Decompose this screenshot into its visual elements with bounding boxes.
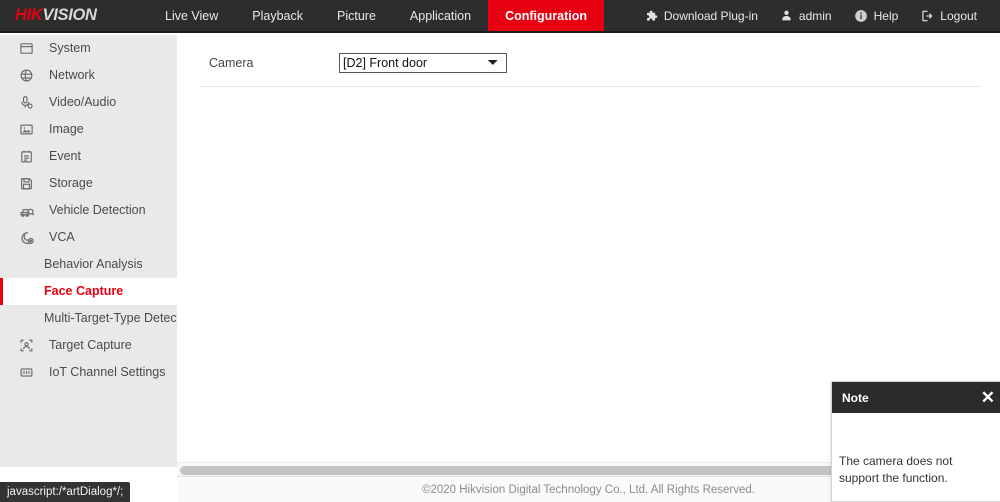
help-button[interactable]: Help xyxy=(843,0,910,31)
top-header: HIK VISION Live View Playback Picture App… xyxy=(0,0,1000,33)
note-dialog-header: Note ✕ xyxy=(832,382,1000,413)
sidebar-item-video-audio[interactable]: Video/Audio xyxy=(0,89,177,116)
calendar-icon xyxy=(19,149,40,164)
puzzle-icon xyxy=(644,9,658,23)
sidebar-label-system: System xyxy=(49,41,91,56)
nav-item-live-view[interactable]: Live View xyxy=(148,0,235,31)
nav-item-picture[interactable]: Picture xyxy=(320,0,393,31)
camera-selection-row: Camera [D2] Front door xyxy=(177,46,1000,80)
download-plugin-label: Download Plug-in xyxy=(663,8,758,23)
application-window: HIK VISION Live View Playback Picture App… xyxy=(0,0,1000,502)
window-icon xyxy=(19,41,40,56)
sidebar-item-system[interactable]: System xyxy=(0,35,177,62)
sidebar-label-target-capture: Target Capture xyxy=(49,338,132,353)
sidebar-item-target-capture[interactable]: Target Capture xyxy=(0,332,177,359)
content-divider xyxy=(201,86,981,87)
user-account-button[interactable]: admin xyxy=(769,0,843,31)
nav-item-playback[interactable]: Playback xyxy=(235,0,320,31)
sidebar-item-vca[interactable]: VCA xyxy=(0,224,177,251)
car-search-icon xyxy=(19,203,40,219)
target-person-icon xyxy=(19,338,40,353)
sidebar-label-face-capture: Face Capture xyxy=(44,284,124,299)
sidebar-label-image: Image xyxy=(49,122,84,137)
logo-hik-text: HIK xyxy=(15,6,43,24)
sidebar-label-iot-channel-settings: IoT Channel Settings xyxy=(49,365,166,380)
note-dialog-title: Note xyxy=(842,390,869,405)
close-icon[interactable]: ✕ xyxy=(979,389,997,406)
nav-item-application[interactable]: Application xyxy=(393,0,488,31)
sidebar-navigation: System Network Video/Audio Image Event S… xyxy=(0,35,177,467)
user-account-label: admin xyxy=(798,8,832,23)
status-bar-tooltip: javascript:/*artDialog*/; xyxy=(0,482,131,502)
sidebar-label-multi-target-type-detection: Multi-Target-Type Detection xyxy=(44,311,177,326)
microphone-icon xyxy=(19,95,40,110)
note-dialog-message: The camera does not support the function… xyxy=(839,454,953,485)
header-user-actions: Download Plug-in admin Help Logout xyxy=(633,0,1000,31)
sidebar-label-vca: VCA xyxy=(49,230,75,245)
hikvision-logo: HIK VISION xyxy=(0,0,148,31)
logout-button[interactable]: Logout xyxy=(909,0,988,31)
help-label: Help xyxy=(873,8,899,23)
sidebar-label-video-audio: Video/Audio xyxy=(49,95,117,110)
sidebar-item-behavior-analysis[interactable]: Behavior Analysis xyxy=(0,251,177,278)
globe-icon xyxy=(19,68,40,83)
sidebar-label-event: Event xyxy=(49,149,81,164)
sidebar-item-multi-target-type-detection[interactable]: Multi-Target-Type Detection xyxy=(0,305,177,332)
sidebar-label-vehicle-storage: Storage xyxy=(49,176,93,191)
sidebar-item-vehicle-detection[interactable]: Vehicle Detection xyxy=(0,197,177,224)
sidebar-item-image[interactable]: Image xyxy=(0,116,177,143)
note-dialog: Note ✕ The camera does not support the f… xyxy=(831,381,1000,502)
logout-icon xyxy=(920,9,934,23)
sidebar-item-event[interactable]: Event xyxy=(0,143,177,170)
sidebar-item-network[interactable]: Network xyxy=(0,62,177,89)
sidebar-label-network: Network xyxy=(49,68,95,83)
chip-icon xyxy=(19,365,40,380)
copyright-text: ©2020 Hikvision Digital Technology Co., … xyxy=(422,483,755,496)
logo-vision-text: VISION xyxy=(42,6,97,24)
sidebar-item-iot-channel-settings[interactable]: IoT Channel Settings xyxy=(0,359,177,386)
floppy-disk-icon xyxy=(19,176,40,191)
sidebar-label-vehicle-detection: Vehicle Detection xyxy=(49,203,146,218)
info-icon xyxy=(854,9,868,23)
camera-label: Camera xyxy=(209,56,254,70)
user-icon xyxy=(780,9,793,22)
sidebar-item-face-capture[interactable]: Face Capture xyxy=(0,278,177,305)
logout-label: Logout xyxy=(940,8,977,23)
sidebar-item-storage[interactable]: Storage xyxy=(0,170,177,197)
picture-icon xyxy=(19,122,40,137)
camera-select[interactable]: [D2] Front door xyxy=(339,53,507,73)
main-navigation: Live View Playback Picture Application C… xyxy=(148,0,605,31)
nav-item-configuration[interactable]: Configuration xyxy=(488,0,605,31)
sidebar-label-behavior-analysis: Behavior Analysis xyxy=(44,257,143,272)
download-plugin-button[interactable]: Download Plug-in xyxy=(633,0,769,31)
vca-icon xyxy=(19,230,40,246)
